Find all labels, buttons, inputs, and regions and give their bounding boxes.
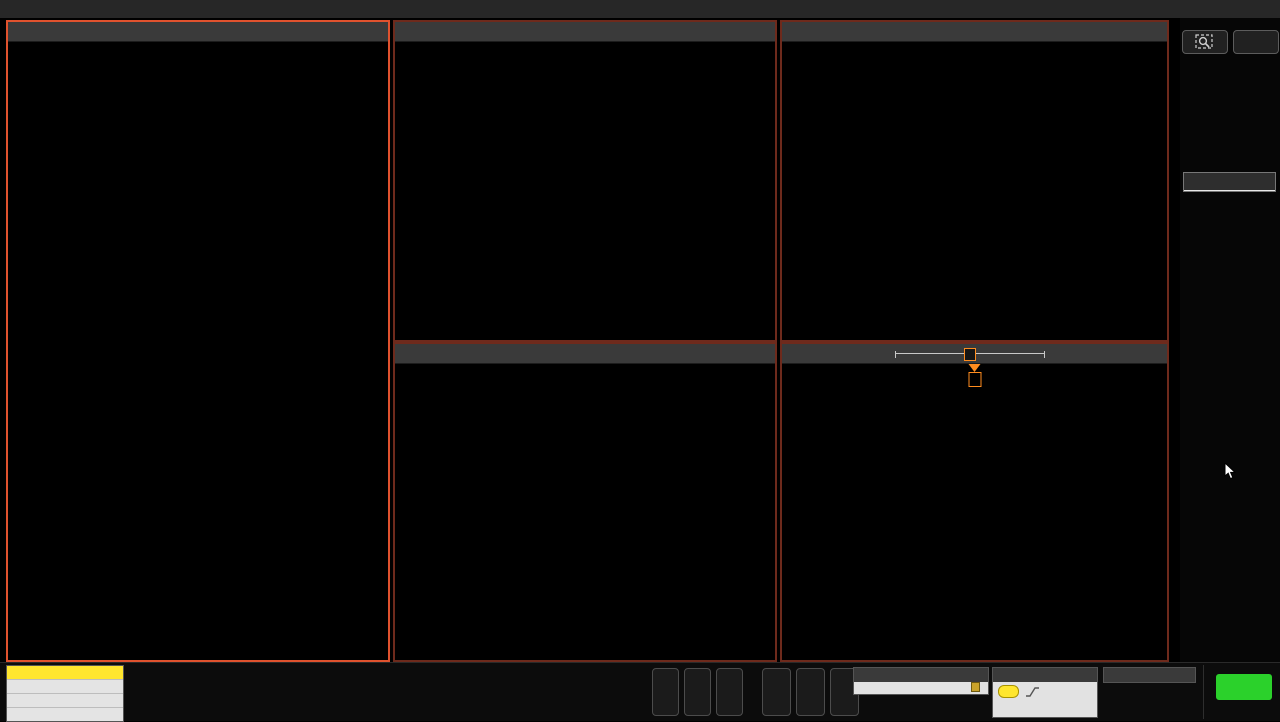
waveform-plot-area[interactable] bbox=[782, 364, 1167, 660]
plot1-eye-panel bbox=[780, 20, 1169, 342]
histogram-canvas[interactable] bbox=[395, 42, 775, 340]
bus-color-stripe bbox=[834, 672, 855, 675]
add-new-grid-2 bbox=[1180, 30, 1280, 54]
waveform-view-panel bbox=[780, 342, 1169, 662]
acquisition-panel[interactable] bbox=[1103, 667, 1196, 683]
horizontal-panel[interactable] bbox=[853, 667, 989, 695]
more-button[interactable] bbox=[1233, 30, 1279, 54]
plot3-histogram-panel bbox=[393, 20, 777, 342]
channel2-button[interactable] bbox=[652, 668, 679, 716]
right-sidebar bbox=[1180, 18, 1280, 662]
add-new-ref-button[interactable] bbox=[796, 668, 825, 716]
channel-label bbox=[786, 500, 794, 502]
spectrum-plot-area[interactable] bbox=[395, 364, 775, 660]
plot3-title-bar[interactable] bbox=[395, 22, 775, 42]
horizontal-title bbox=[854, 668, 988, 682]
eye-canvas[interactable] bbox=[782, 42, 1167, 340]
math-color-stripe bbox=[766, 672, 787, 675]
meas1-results-badge[interactable] bbox=[1183, 172, 1276, 192]
trigger-panel[interactable] bbox=[992, 667, 1098, 718]
trigger-title bbox=[993, 668, 1097, 682]
add-new-math-button[interactable] bbox=[762, 668, 791, 716]
channel-buttons bbox=[652, 668, 859, 716]
bottom-bar bbox=[0, 662, 1280, 721]
plot2-spectrum-panel bbox=[393, 342, 777, 662]
channel1-name bbox=[7, 666, 123, 679]
bathtub-plot-area[interactable] bbox=[8, 42, 388, 660]
acquisition-window-bracket bbox=[895, 348, 1045, 360]
trigger-position-icon[interactable] bbox=[964, 348, 976, 361]
acquisition-title bbox=[1104, 668, 1195, 682]
histogram-plot-area[interactable] bbox=[395, 42, 775, 340]
channel4-button[interactable] bbox=[716, 668, 743, 716]
spectrum-canvas[interactable] bbox=[395, 364, 775, 660]
plot2-title-bar[interactable] bbox=[395, 344, 775, 364]
channel1-termination bbox=[7, 693, 123, 707]
meas1-header bbox=[1184, 173, 1275, 190]
waveform-canvas[interactable] bbox=[782, 364, 1167, 660]
trigger-source-badge bbox=[998, 685, 1019, 698]
channel1-scale bbox=[7, 679, 123, 693]
menu-bar bbox=[0, 0, 1280, 18]
channel3-button[interactable] bbox=[684, 668, 711, 716]
position-value-wrap bbox=[971, 682, 983, 694]
waveform-title-bar[interactable] bbox=[782, 344, 1167, 364]
trigger-settings-row bbox=[993, 682, 1097, 701]
triggered-status-badge bbox=[1216, 674, 1272, 700]
channel1-badge[interactable] bbox=[6, 665, 124, 722]
trigger-arrow-icon bbox=[969, 364, 981, 372]
trigger-marker[interactable] bbox=[968, 364, 981, 387]
plot4-title-bar[interactable] bbox=[8, 22, 388, 42]
eye-plot-area[interactable] bbox=[782, 42, 1167, 340]
channel1-bandwidth bbox=[7, 707, 123, 721]
rising-edge-icon bbox=[1025, 686, 1040, 698]
bottom-bar-divider bbox=[1203, 665, 1204, 719]
visual-search-button[interactable] bbox=[1182, 30, 1228, 54]
trigger-t-icon bbox=[968, 372, 981, 387]
bathtub-canvas[interactable] bbox=[8, 42, 388, 660]
channel2-color-stripe bbox=[656, 672, 675, 675]
channel3-color-stripe bbox=[688, 672, 707, 675]
mouse-cursor bbox=[1224, 463, 1238, 481]
meas1-subtitle bbox=[1184, 190, 1275, 191]
plot1-title-bar[interactable] bbox=[782, 22, 1167, 42]
visual-search-icon bbox=[1194, 33, 1216, 51]
plot4-bathtub-panel bbox=[6, 20, 390, 662]
horizontal-row3 bbox=[854, 682, 988, 694]
channel4-color-stripe bbox=[720, 672, 739, 675]
reference-point-icon bbox=[971, 682, 980, 692]
ref-color-stripe bbox=[800, 672, 821, 675]
